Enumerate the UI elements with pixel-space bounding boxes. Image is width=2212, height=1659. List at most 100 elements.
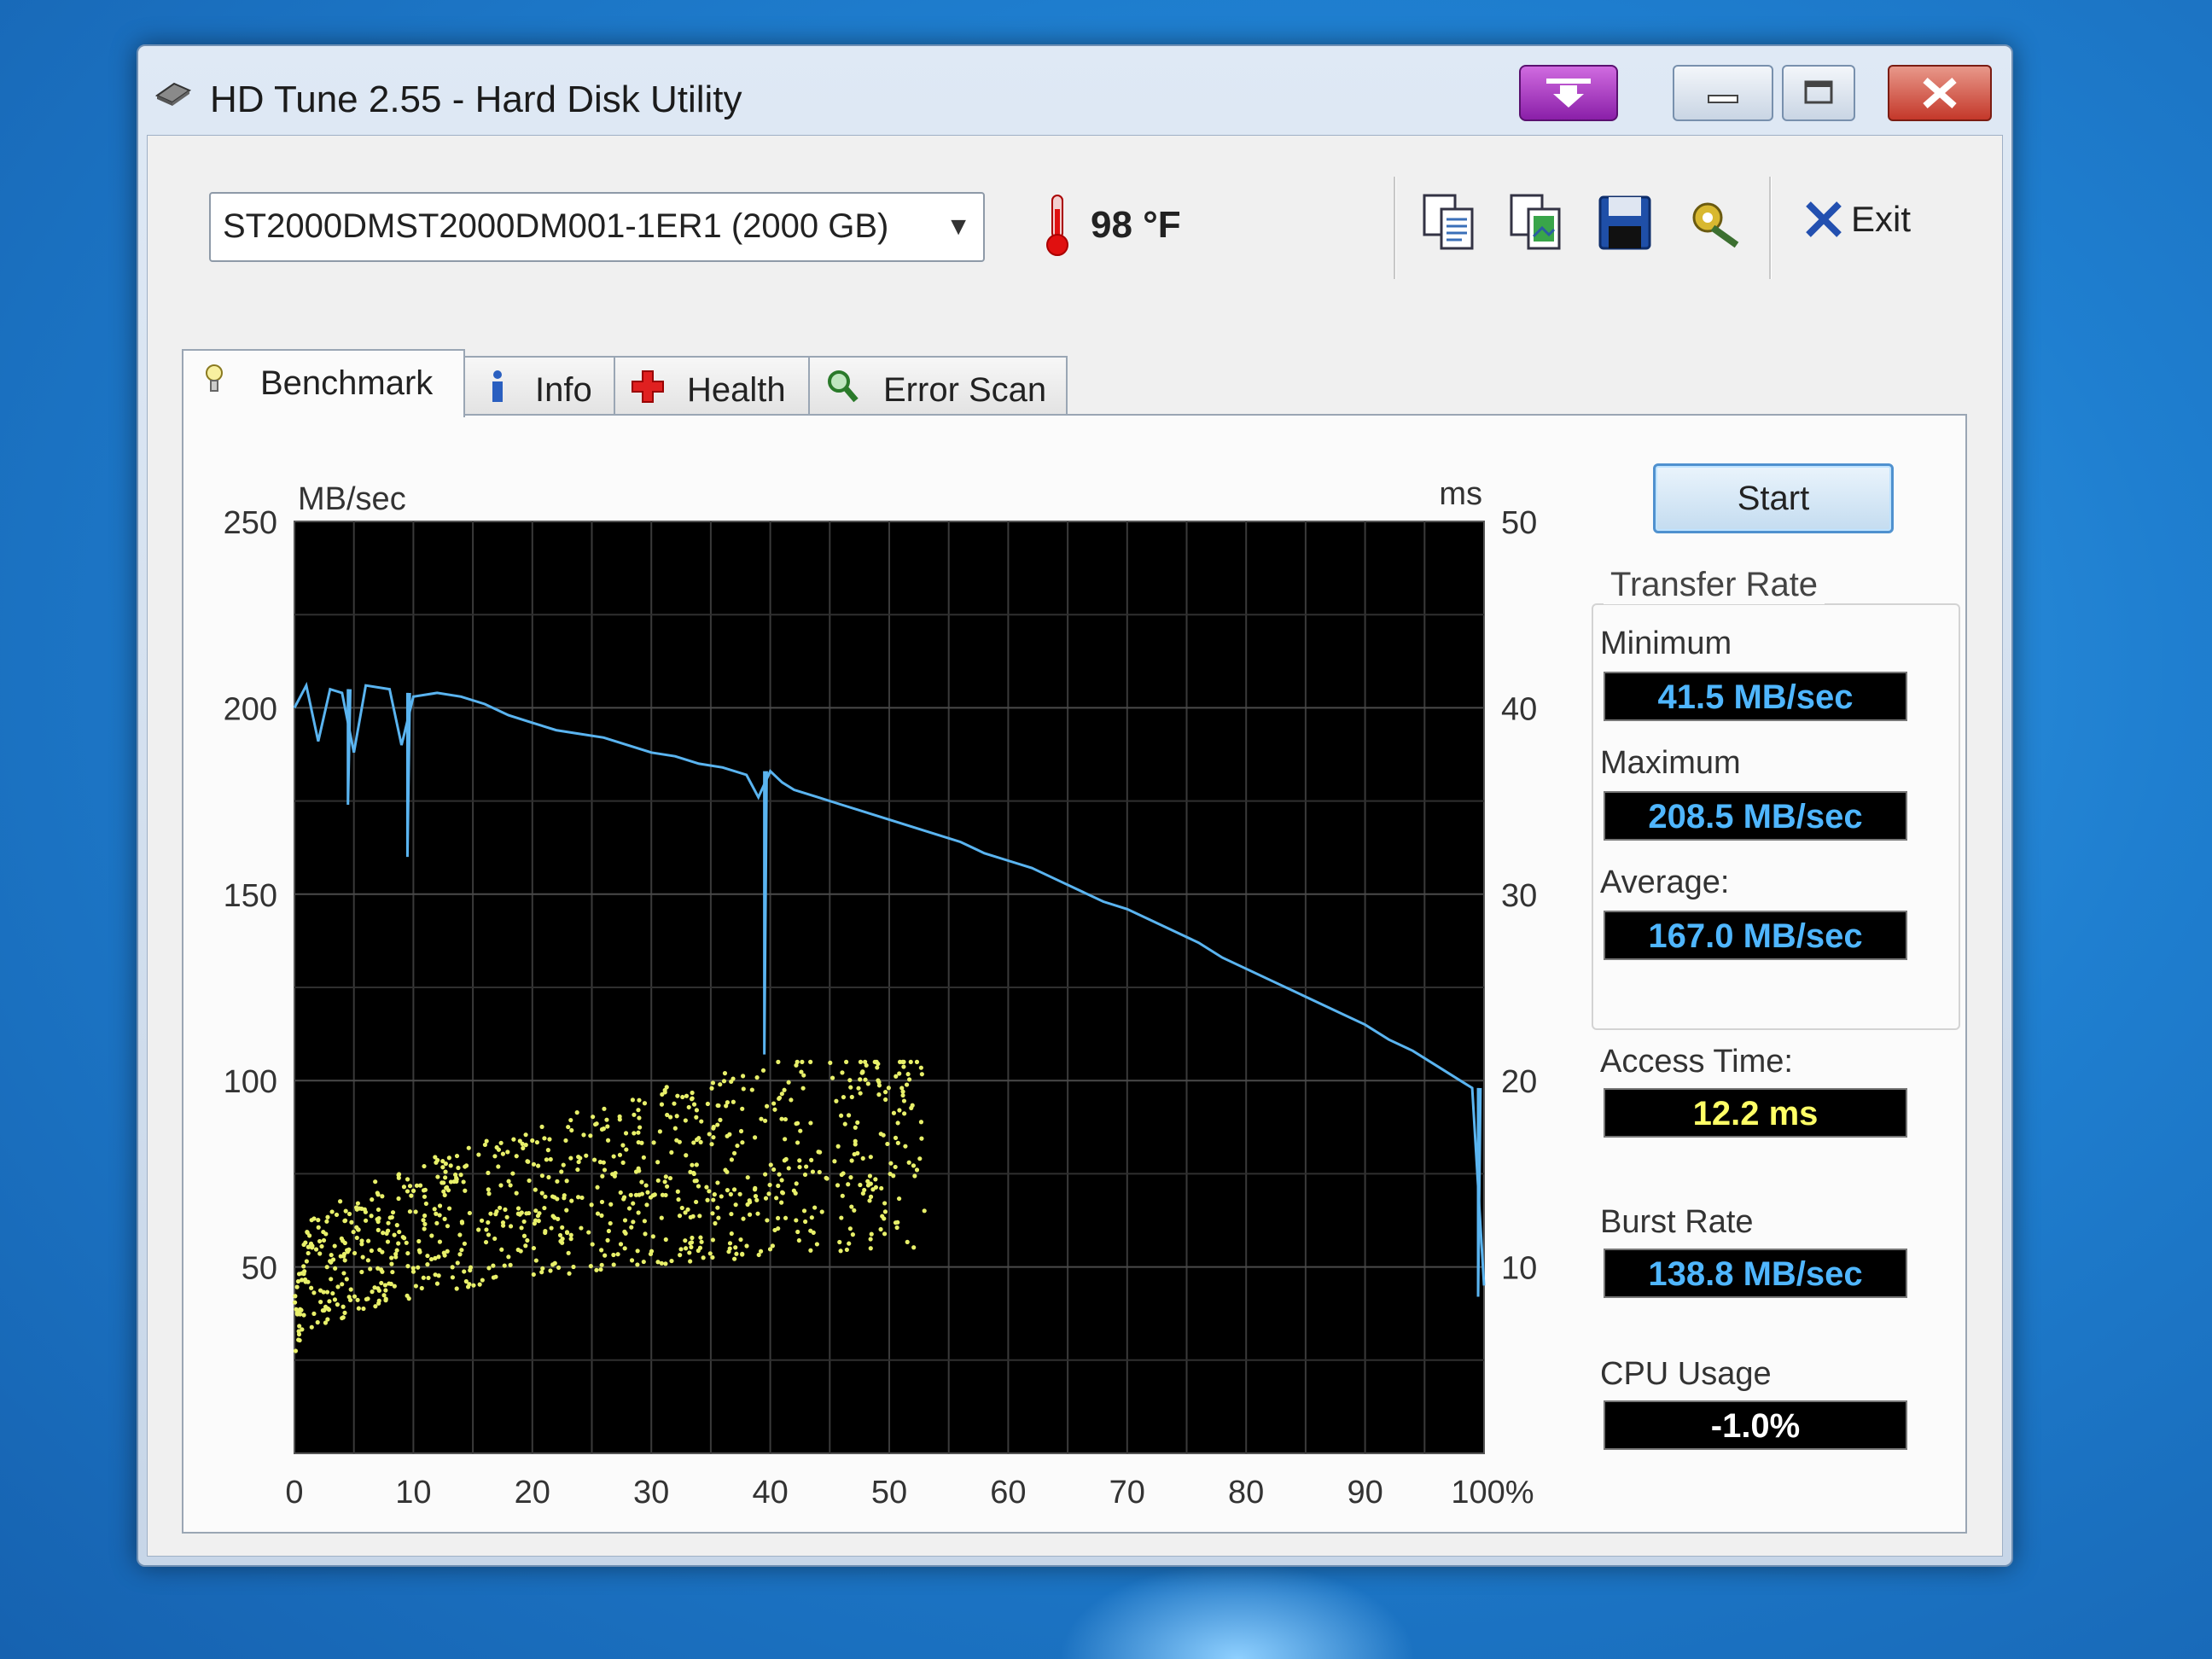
access-time-point xyxy=(755,1211,760,1216)
access-time-point xyxy=(457,1232,463,1237)
tab-health[interactable]: Health xyxy=(614,356,810,414)
access-time-point xyxy=(909,1105,914,1111)
access-time-point xyxy=(721,1079,727,1084)
access-time-point xyxy=(311,1311,317,1316)
save-icon[interactable] xyxy=(1595,190,1655,255)
access-time-point xyxy=(335,1284,341,1289)
access-time-point xyxy=(901,1098,907,1103)
access-time-point xyxy=(476,1152,481,1157)
access-time-point xyxy=(795,1121,800,1126)
exit-button[interactable]: Exit xyxy=(1800,195,1911,247)
access-time-point xyxy=(571,1264,576,1270)
access-time-point xyxy=(891,1110,897,1115)
tab-error-scan-label: Error Scan xyxy=(883,371,1047,409)
title-bar[interactable]: HD Tune 2.55 - Hard Disk Utility xyxy=(138,46,2011,135)
access-time-point xyxy=(410,1188,416,1193)
access-time-point xyxy=(824,1176,830,1181)
access-time-point xyxy=(341,1304,346,1309)
hdtune-window: HD Tune 2.55 - Hard Disk Utility ST2000D… xyxy=(137,44,2013,1567)
access-time-point xyxy=(299,1307,304,1313)
access-time-point xyxy=(879,1185,884,1191)
access-time-point xyxy=(847,1226,853,1231)
access-time-point xyxy=(568,1232,573,1237)
access-time-point xyxy=(442,1216,447,1221)
access-time-point xyxy=(498,1205,503,1210)
access-time-point xyxy=(461,1179,466,1185)
access-time-point xyxy=(486,1187,491,1192)
maximize-button[interactable] xyxy=(1782,65,1855,121)
access-time-point xyxy=(433,1255,438,1260)
access-time-point xyxy=(422,1194,428,1199)
tab-benchmark-label: Benchmark xyxy=(260,364,434,402)
access-time-point xyxy=(334,1212,340,1218)
access-time-point xyxy=(905,1072,911,1077)
download-arrow-button[interactable] xyxy=(1519,65,1618,121)
access-time-point xyxy=(556,1265,562,1270)
access-time-point xyxy=(860,1155,865,1161)
access-time-point xyxy=(659,1102,665,1107)
tab-benchmark[interactable]: Benchmark xyxy=(182,349,465,417)
access-time-point xyxy=(422,1213,428,1219)
x-tick-label: 20 xyxy=(515,1475,550,1511)
start-button[interactable]: Start xyxy=(1653,463,1894,533)
access-time-point xyxy=(363,1209,368,1214)
access-time-point xyxy=(745,1175,750,1180)
access-time-point xyxy=(801,1208,807,1214)
access-time-point xyxy=(711,1126,716,1131)
access-time-point xyxy=(491,1263,496,1268)
access-time-point xyxy=(567,1271,572,1276)
access-time-point xyxy=(385,1239,391,1244)
access-time-point xyxy=(637,1168,642,1173)
y-right-tick-label: 10 xyxy=(1501,1251,1537,1287)
access-time-point xyxy=(873,1177,878,1182)
access-time-point xyxy=(405,1189,410,1194)
access-time-point xyxy=(690,1162,695,1167)
access-time-point xyxy=(699,1119,704,1124)
access-time-point xyxy=(303,1240,308,1245)
access-time-point xyxy=(882,1090,888,1095)
tab-error-scan[interactable]: Error Scan xyxy=(808,356,1068,414)
access-time-point xyxy=(663,1192,668,1198)
access-time-point xyxy=(712,1192,717,1197)
options-icon[interactable] xyxy=(1684,190,1743,255)
access-time-point xyxy=(774,1196,779,1201)
access-time-point xyxy=(802,1172,808,1178)
access-time-point xyxy=(777,1096,782,1102)
copy-text-icon[interactable] xyxy=(1419,190,1479,255)
tab-info-label: Info xyxy=(535,371,592,409)
access-time-point xyxy=(340,1315,345,1321)
access-time-point xyxy=(893,1135,899,1140)
access-time-point xyxy=(848,1175,853,1180)
access-time-point xyxy=(907,1077,912,1082)
access-time-point xyxy=(878,1132,883,1137)
drive-select[interactable]: ST2000DMST2000DM001-1ER1 (2000 GB) ▼ xyxy=(209,192,985,262)
access-time-point xyxy=(775,1215,781,1221)
minimize-button[interactable] xyxy=(1673,65,1773,121)
access-time-point xyxy=(611,1262,616,1267)
access-time-point xyxy=(733,1202,738,1208)
access-time-point xyxy=(349,1220,354,1225)
close-button[interactable] xyxy=(1888,65,1992,121)
access-time-point xyxy=(623,1231,628,1236)
client-area: ST2000DMST2000DM001-1ER1 (2000 GB) ▼ 98 … xyxy=(147,135,2003,1557)
access-time-point xyxy=(828,1060,833,1065)
access-time-point xyxy=(306,1250,311,1256)
access-time-point xyxy=(731,1099,736,1104)
access-time-point xyxy=(650,1234,655,1239)
access-time-point xyxy=(710,1211,715,1216)
access-time-point xyxy=(631,1220,636,1225)
access-time-point xyxy=(830,1075,835,1080)
access-time-point xyxy=(678,1253,683,1258)
tab-info[interactable]: Info xyxy=(463,356,615,414)
exit-x-icon xyxy=(1806,201,1842,237)
access-time-point xyxy=(694,1199,699,1205)
access-time-point xyxy=(457,1252,463,1257)
copy-screenshot-icon[interactable] xyxy=(1506,190,1566,255)
access-time-point xyxy=(434,1281,440,1286)
access-time-point xyxy=(894,1074,899,1079)
access-time-point xyxy=(771,1101,777,1106)
access-time-point xyxy=(318,1300,323,1305)
access-time-point xyxy=(387,1281,392,1286)
access-time-point xyxy=(868,1237,873,1242)
access-time-point xyxy=(663,1237,668,1243)
